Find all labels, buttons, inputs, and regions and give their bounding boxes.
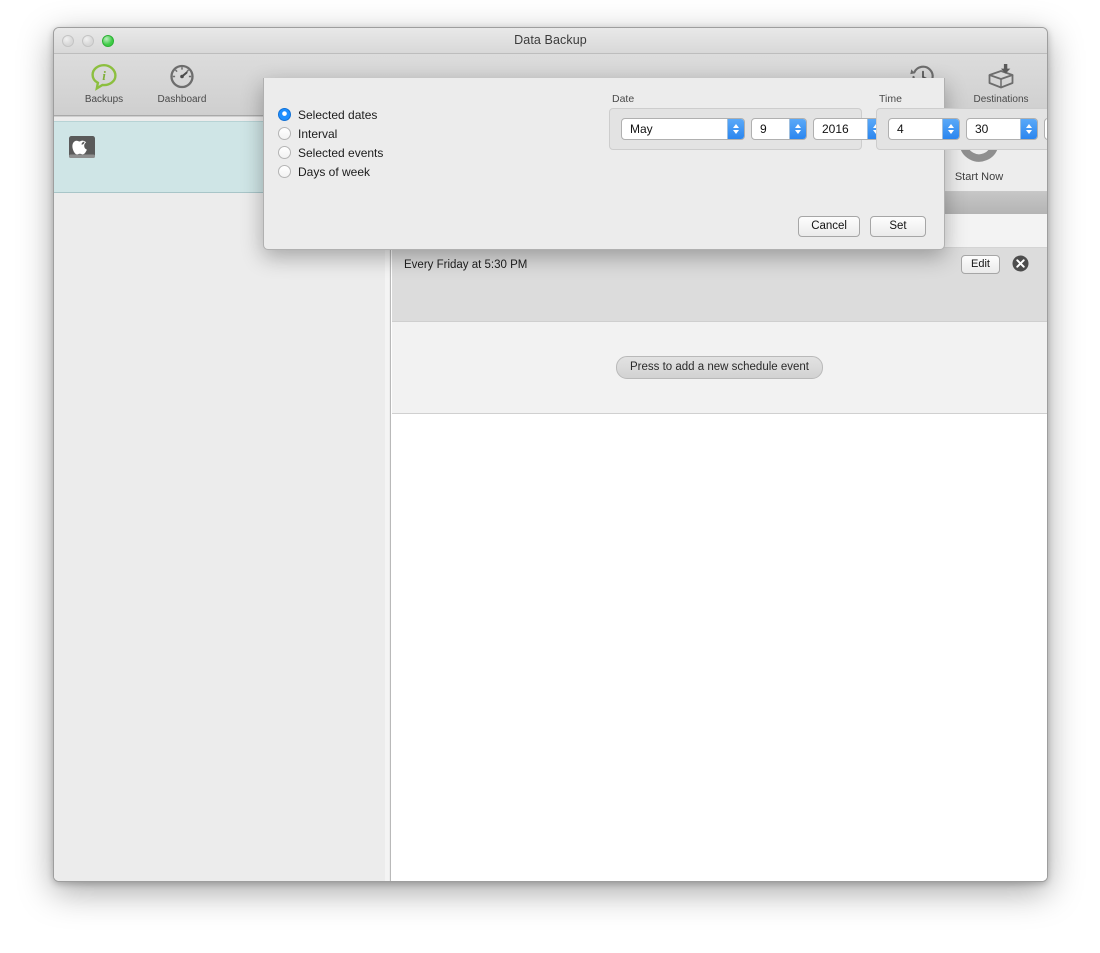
toolbar-item-backups-label: Backups: [85, 94, 123, 105]
month-stepper-arrows[interactable]: [727, 119, 744, 139]
delete-circle-icon[interactable]: [1012, 255, 1029, 277]
date-group-legend: Date: [612, 93, 634, 105]
time-group: Time 4 30 PM: [876, 108, 1048, 150]
toolbar-item-dashboard-label: Dashboard: [158, 94, 207, 105]
radio-days-of-week-label: Days of week: [298, 165, 370, 179]
schedule-event-row[interactable]: Every Friday at 5:30 PM Edit: [392, 248, 1047, 322]
date-group: Date May 9 2016: [609, 108, 862, 150]
day-stepper[interactable]: 9: [751, 118, 807, 140]
radio-interval-indicator[interactable]: [278, 127, 291, 140]
window-title: Data Backup: [54, 33, 1047, 47]
toolbar-item-destinations-label: Destinations: [973, 94, 1028, 105]
hour-stepper-arrows[interactable]: [942, 119, 959, 139]
hour-value: 4: [889, 122, 942, 136]
toolbar-item-dashboard[interactable]: Dashboard: [150, 60, 214, 105]
schedule-event-sheet: Selected dates Interval Selected events …: [263, 78, 945, 250]
schedule-type-radio-group: Selected dates Interval Selected events …: [278, 105, 383, 181]
add-schedule-event-button[interactable]: Press to add a new schedule event: [616, 356, 823, 379]
box-arrow-down-icon: [985, 60, 1017, 92]
radio-interval-label: Interval: [298, 127, 337, 141]
set-button[interactable]: Set: [870, 216, 926, 237]
radio-days-of-week-indicator[interactable]: [278, 165, 291, 178]
day-value: 9: [752, 122, 789, 136]
radio-option-days-of-week[interactable]: Days of week: [278, 162, 383, 181]
time-group-legend: Time: [879, 93, 902, 105]
info-bubble-icon: i: [89, 60, 119, 92]
minute-value: 30: [967, 122, 1020, 136]
radio-option-selected-dates[interactable]: Selected dates: [278, 105, 383, 124]
month-stepper[interactable]: May: [621, 118, 745, 140]
toolbar-item-destinations[interactable]: Destinations: [969, 60, 1033, 105]
minute-stepper-arrows[interactable]: [1020, 119, 1037, 139]
radio-option-interval[interactable]: Interval: [278, 124, 383, 143]
radio-selected-dates-indicator[interactable]: [278, 108, 291, 121]
month-value: May: [622, 122, 727, 136]
window-titlebar: Data Backup: [54, 28, 1047, 54]
schedule-event-description: Every Friday at 5:30 PM: [404, 259, 527, 271]
sheet-button-row: Cancel Set: [798, 216, 926, 237]
year-value: 2016: [814, 122, 867, 136]
radio-option-selected-events[interactable]: Selected events: [278, 143, 383, 162]
year-stepper[interactable]: 2016: [813, 118, 885, 140]
edit-event-button[interactable]: Edit: [961, 255, 1000, 274]
svg-text:i: i: [102, 68, 106, 83]
hour-stepper[interactable]: 4: [888, 118, 960, 140]
hard-drive-apple-icon: [67, 133, 97, 168]
toolbar-item-backups[interactable]: i Backups: [72, 60, 136, 105]
cancel-button[interactable]: Cancel: [798, 216, 860, 237]
radio-selected-events-label: Selected events: [298, 146, 383, 160]
meridiem-stepper[interactable]: PM: [1044, 118, 1048, 140]
minute-stepper[interactable]: 30: [966, 118, 1038, 140]
radio-selected-dates-label: Selected dates: [298, 108, 377, 122]
day-stepper-arrows[interactable]: [789, 119, 806, 139]
toolbar-left-group: i Backups: [72, 60, 214, 105]
meridiem-value: PM: [1045, 122, 1048, 136]
app-window: Data Backup i Backups: [53, 27, 1048, 882]
tabbed-pane: Source/Destination Rules Schedule Script…: [392, 192, 1047, 882]
radio-selected-events-indicator[interactable]: [278, 146, 291, 159]
add-event-area: Press to add a new schedule event: [392, 322, 1047, 414]
gauge-icon: [167, 60, 197, 92]
